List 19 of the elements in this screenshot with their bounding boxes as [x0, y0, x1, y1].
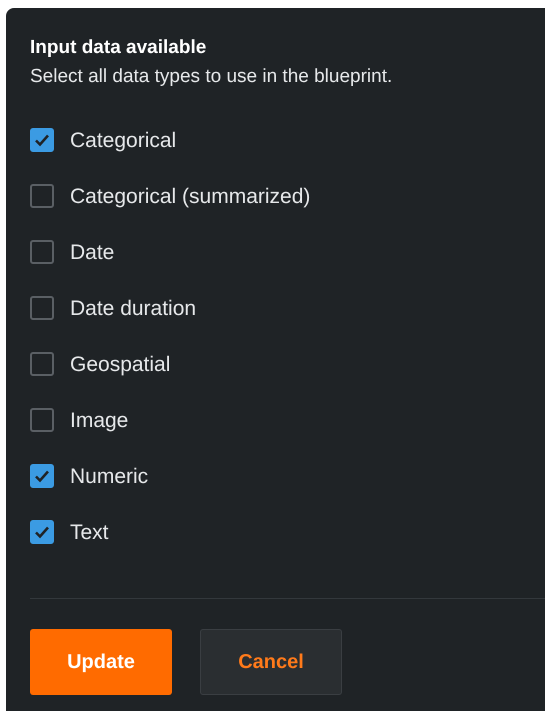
- checkbox[interactable]: [30, 520, 54, 544]
- checkbox-label[interactable]: Date: [70, 236, 114, 268]
- checkbox-label[interactable]: Numeric: [70, 460, 148, 492]
- checkbox[interactable]: [30, 352, 54, 376]
- checkbox-label[interactable]: Categorical: [70, 124, 176, 156]
- checkbox-label[interactable]: Image: [70, 404, 128, 436]
- checkbox-label[interactable]: Geospatial: [70, 348, 170, 380]
- checkbox[interactable]: [30, 296, 54, 320]
- checkbox-label[interactable]: Text: [70, 516, 109, 548]
- checkbox[interactable]: [30, 464, 54, 488]
- cancel-button[interactable]: Cancel: [200, 629, 342, 696]
- checkbox[interactable]: [30, 128, 54, 152]
- checkbox[interactable]: [30, 408, 54, 432]
- checkbox-label[interactable]: Categorical (summarized): [70, 180, 310, 212]
- checkbox[interactable]: [30, 184, 54, 208]
- checkbox-label[interactable]: Date duration: [70, 292, 196, 324]
- section-description: Select all data types to use in the blueprint.: [30, 64, 394, 89]
- checkbox[interactable]: [30, 240, 54, 264]
- section-title: Input data available: [30, 36, 208, 60]
